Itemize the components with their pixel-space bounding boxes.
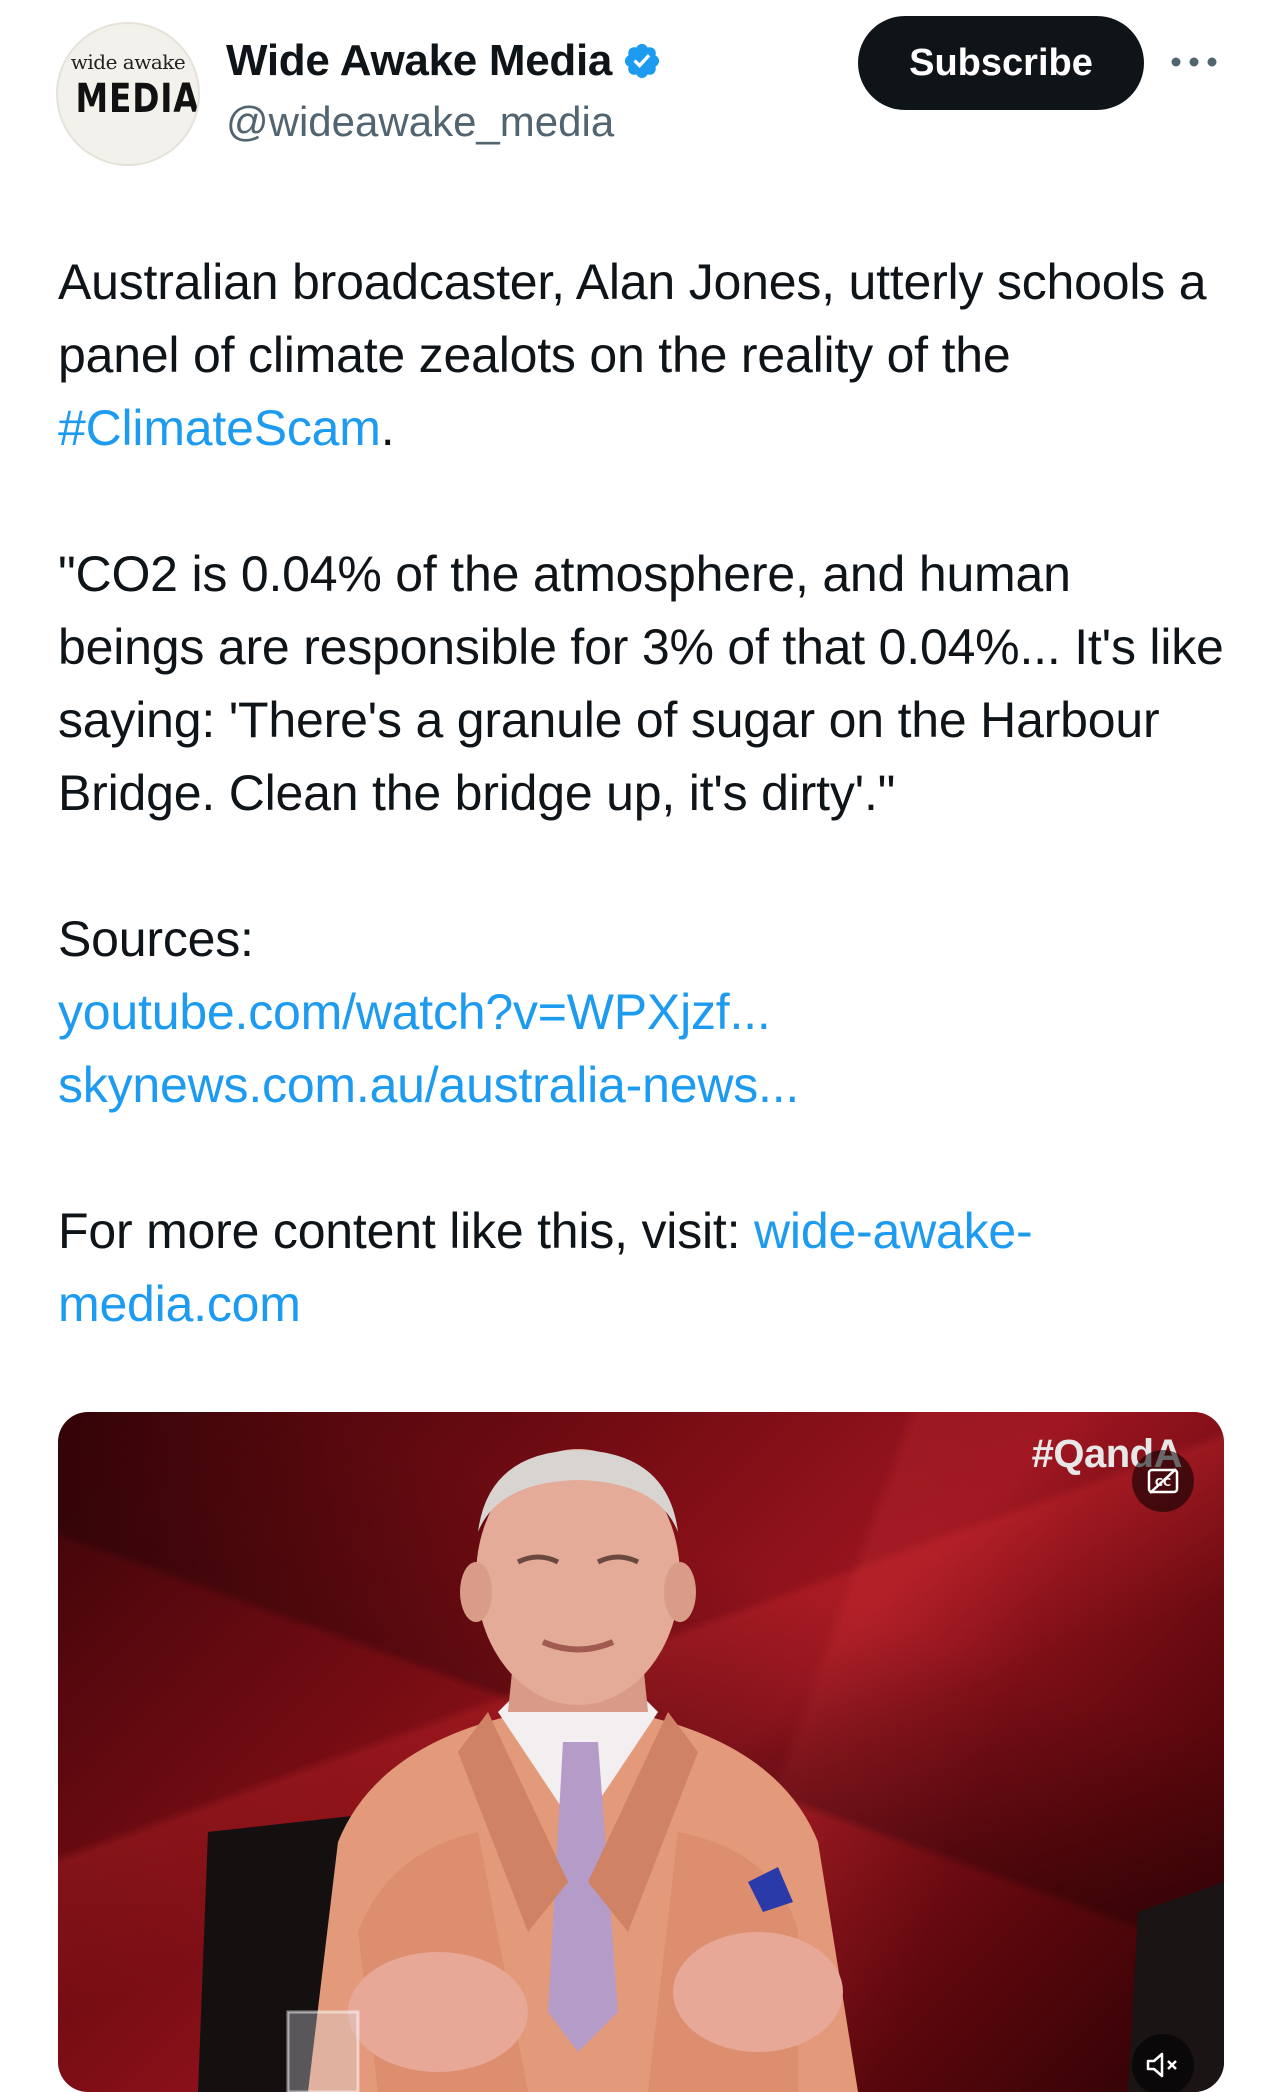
author-name-row: Wide Awake Media [226,36,662,86]
tweet-quote: "CO2 is 0.04% of the atmosphere, and hum… [58,546,1224,821]
source-link-youtube[interactable]: youtube.com/watch?v=WPXjzf... [58,984,771,1040]
video-frame-speaker [198,1449,1224,2092]
mute-button[interactable] [1132,2034,1194,2092]
more-horizontal-icon[interactable] [1168,44,1220,80]
source-link-skynews[interactable]: skynews.com.au/australia-news... [58,1057,799,1113]
tweet-text: Australian broadcaster, Alan Jones, utte… [58,246,1228,1341]
more-content-text: For more content like this, visit: [58,1203,755,1259]
closed-captions-off-icon: CC [1147,1468,1179,1494]
avatar-text-bottom: MEDIA [75,76,200,122]
avatar-text-top: wide awake [70,50,186,74]
sources-label: Sources: [58,911,254,967]
author-handle[interactable]: @wideawake_media [226,98,614,146]
hashtag-link[interactable]: #ClimateScam [58,400,381,456]
tweet-intro-text: Australian broadcaster, Alan Jones, utte… [58,254,1207,383]
verified-badge-icon [624,43,660,79]
subscribe-button[interactable]: Subscribe [858,16,1144,110]
author-name[interactable]: Wide Awake Media [226,36,612,86]
avatar[interactable]: wide awake MEDIA [56,22,200,166]
more-content-line: For more content like this, visit: wide-… [58,1195,1228,1341]
tweet-paragraph-intro: Australian broadcaster, Alan Jones, utte… [58,246,1228,465]
muted-speaker-icon [1146,2052,1177,2078]
video-player[interactable]: #QandA CC [58,1412,1224,2092]
captions-button[interactable]: CC [1132,1450,1194,1512]
tweet-intro-end: . [380,400,395,456]
